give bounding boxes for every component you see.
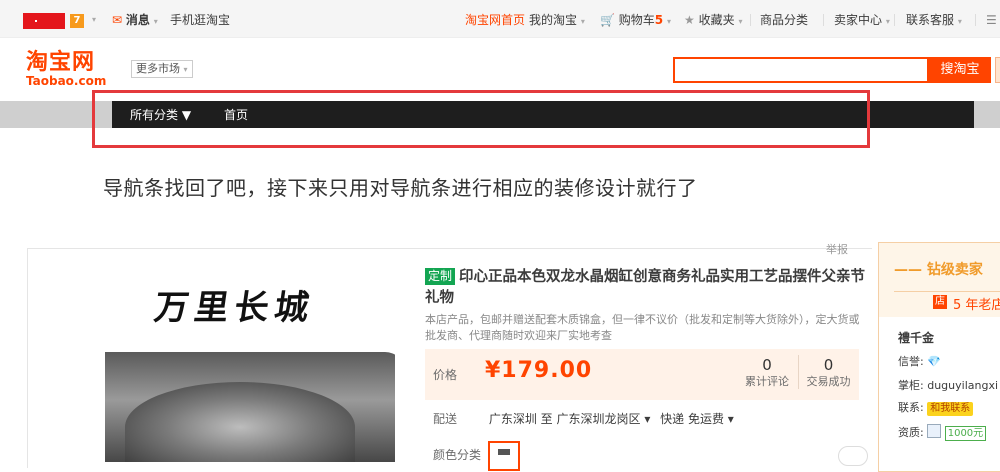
reviews-count: 0: [762, 356, 772, 374]
qualification-row: 资质: 1000元: [898, 424, 987, 441]
seller-name[interactable]: duguyilangxi: [927, 379, 998, 392]
star-icon: ★: [684, 13, 695, 27]
divider: [894, 14, 895, 26]
divider: [975, 14, 976, 26]
seller-center-link[interactable]: 卖家中心 ▾: [834, 12, 890, 30]
contact-button[interactable]: 和我联系: [927, 402, 974, 416]
shop-icon: 店: [933, 295, 947, 309]
product-image-calligraphy: 万里长城: [151, 288, 318, 328]
search-shop-button[interactable]: [995, 57, 1000, 83]
color-label: 颜色分类: [433, 448, 482, 462]
chevron-down-icon: ▾: [885, 17, 890, 26]
ashtray-illustration: [105, 352, 395, 462]
shipping-to-dropdown[interactable]: 广东深圳龙岗区 ▾: [557, 412, 651, 426]
shipping-row: 配送 广东深圳 至 广东深圳龙岗区 ▾ 快递 免运费 ▾: [433, 410, 734, 427]
more-markets-label: 更多市场: [136, 62, 180, 75]
orange-badge-icon[interactable]: 7: [70, 14, 84, 28]
product-subtitle: 本店产品，包邮并赠送配套木质锦盒，但一律不议价（批发和定制等大货除外），定大货或…: [425, 313, 860, 342]
reputation-row: 信誉: 💎: [898, 353, 941, 369]
more-markets-dropdown[interactable]: 更多市场 ▾: [131, 60, 193, 78]
sales-stat: 0 交易成功: [798, 355, 858, 389]
mobile-taobao-link[interactable]: 手机逛淘宝: [170, 12, 230, 28]
sales-count: 0: [823, 356, 834, 374]
shipping-label: 配送: [433, 412, 458, 426]
taobao-home-link[interactable]: 淘宝网首页: [465, 12, 525, 28]
chevron-down-icon[interactable]: ▾: [92, 12, 96, 28]
mail-icon: ✉: [112, 13, 123, 27]
search-button[interactable]: 搜淘宝: [929, 57, 991, 83]
messages-link[interactable]: ✉ 消息 ▾: [112, 12, 158, 30]
sales-label: 交易成功: [806, 375, 851, 388]
color-option[interactable]: [488, 441, 520, 471]
highlight-box: [92, 90, 870, 148]
favorites-link[interactable]: ★ 收藏夹 ▾: [684, 12, 742, 30]
chevron-down-icon: ▾: [957, 17, 962, 26]
reputation-label: 信誉:: [898, 355, 924, 368]
chevron-down-icon: ▾: [580, 17, 585, 26]
contact-label: 联系:: [898, 401, 924, 414]
favorites-label: 收藏夹: [698, 13, 735, 27]
license-icon[interactable]: [927, 424, 942, 438]
customer-service-link[interactable]: 联系客服 ▾: [906, 12, 962, 30]
product-title-text: 印心正品本色双龙水晶烟缸创意商务礼品实用工艺品摆件父亲节礼物: [425, 269, 866, 306]
shop-name[interactable]: 禮千金: [898, 329, 934, 346]
cart-count: 5: [654, 13, 664, 27]
diamond-icon: 💎: [927, 355, 941, 368]
product-image[interactable]: 万里长城: [105, 262, 395, 462]
search-input[interactable]: [675, 59, 927, 81]
messages-label: 消息: [125, 13, 150, 27]
qualification-label: 资质:: [898, 426, 924, 439]
product-title: 定制 印心正品本色双龙水晶烟缸创意商务礼品实用工艺品摆件父亲节礼物: [425, 267, 865, 309]
price-label: 价格: [433, 368, 458, 382]
taobao-logo[interactable]: 淘宝网 Taobao.com: [26, 50, 116, 90]
menu-icon[interactable]: ☰: [986, 12, 997, 28]
custom-tag: 定制: [425, 268, 456, 285]
color-row: 颜色分类: [433, 446, 481, 463]
my-taobao-link[interactable]: 我的淘宝 ▾: [529, 12, 585, 30]
chevron-down-icon: ▾: [183, 65, 188, 74]
reviews-label: 累计评论: [745, 375, 789, 388]
seller-label: 掌柜:: [898, 379, 924, 392]
annotation-text: 导航条找回了吧，接下来只用对导航条进行相应的装修设计就行了: [103, 176, 698, 200]
chevron-down-icon: ▾: [153, 17, 158, 26]
divider: [750, 14, 751, 26]
shop-info-panel: —— 钻级卖家 店 5 年老店 禮千金 信誉: 💎 掌柜: duguyilang…: [878, 242, 1000, 472]
shipping-from: 广东深圳 至: [488, 412, 553, 426]
report-link[interactable]: 举报: [826, 241, 848, 257]
seller-center-label: 卖家中心: [834, 13, 883, 27]
price-box: 价格 ¥179.00 0 累计评论 0 交易成功: [425, 349, 859, 400]
chevron-down-icon: ▾: [666, 17, 671, 26]
cart-label: 购物车: [618, 13, 655, 27]
search-box: [673, 57, 929, 83]
my-taobao-label: 我的淘宝: [529, 13, 578, 27]
chevron-down-icon: ▾: [738, 17, 743, 26]
site-topbar: ▾ 7 ✉ 消息 ▾ 手机逛淘宝 淘宝网首页 我的淘宝 ▾ 🛒 购物车5 ▾ ★…: [0, 0, 1000, 38]
deposit-badge[interactable]: 1000元: [944, 426, 987, 441]
logo-domain: Taobao.com: [26, 74, 107, 88]
logo-text: 淘宝网: [26, 49, 96, 75]
divider: [823, 14, 824, 26]
shipping-method-dropdown[interactable]: 快递 免运费 ▾: [660, 412, 734, 426]
user-login-block[interactable]: [23, 13, 65, 29]
reviews-stat[interactable]: 0 累计评论: [737, 355, 797, 389]
customer-service-label: 联系客服: [906, 13, 955, 27]
seller-row: 掌柜: duguyilangxi: [898, 377, 998, 393]
old-shop-badge: 5 年老店: [953, 298, 1000, 313]
favorite-toggle[interactable]: [838, 446, 868, 466]
cart-link[interactable]: 🛒 购物车5 ▾: [600, 12, 671, 30]
categories-link[interactable]: 商品分类: [760, 12, 808, 28]
contact-row: 联系: 和我联系: [898, 399, 974, 416]
cart-icon: 🛒: [600, 13, 615, 27]
seller-level: —— 钻级卖家: [894, 262, 983, 278]
price-value: ¥179.00: [485, 358, 593, 383]
